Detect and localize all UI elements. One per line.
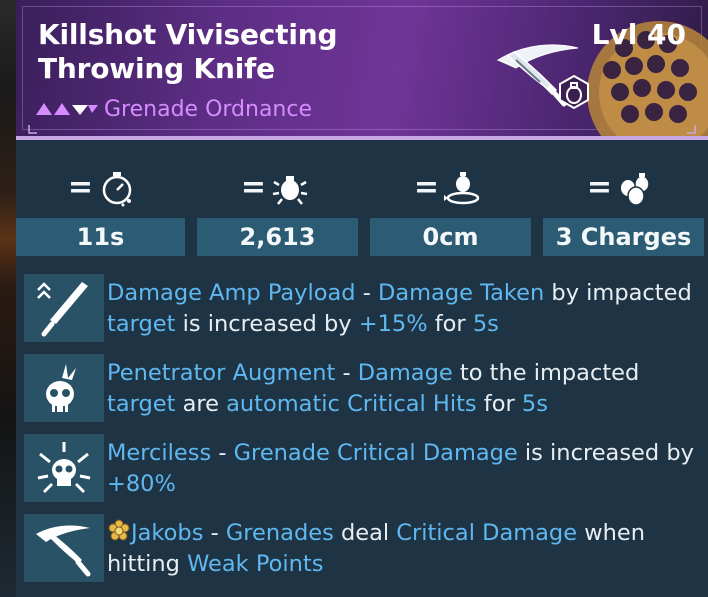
stat-radius: = 0cm: [362, 148, 535, 258]
perk-keyword: Grenades: [225, 520, 334, 546]
item-card: Killshot Vivisecting Throwing Knife Lvl …: [16, 0, 708, 597]
perk-icon-box: [24, 274, 104, 342]
damage-explosion-icon: [272, 176, 308, 205]
skull-spike-icon: [46, 364, 76, 412]
equal-sign: =: [240, 170, 267, 205]
stats-row: = 11s = 2,613 = 0cm = 3 Charges: [16, 148, 708, 258]
perk-keyword: Penetrator Augment: [107, 360, 336, 386]
perk-icon-box: [24, 354, 104, 422]
stat-radius-value: 0cm: [370, 218, 531, 256]
equal-sign: =: [413, 170, 440, 205]
perk-text-segment: -: [203, 520, 226, 546]
perk-description: Damage Amp Payload - Damage Taken by imp…: [107, 278, 703, 340]
jakobs-flower-icon: [108, 519, 130, 541]
corner-mark-left: [28, 125, 37, 134]
perk-keyword: Damage: [357, 360, 453, 386]
perk-keyword: Weak Points: [187, 551, 324, 577]
rarity-chevrons-icon: [36, 103, 98, 115]
perk-jakobs: Jakobs - Grenades deal Critical Damage w…: [16, 512, 708, 586]
perk-keyword: 5s: [472, 311, 499, 337]
perk-text-segment: are: [175, 391, 227, 417]
stat-damage-value: 2,613: [197, 218, 358, 256]
perk-keyword: +15%: [358, 311, 428, 337]
perk-icon-box: [24, 514, 104, 582]
equal-sign: =: [67, 170, 94, 205]
skull-burst-icon: [37, 442, 91, 494]
perk-keyword: Damage Taken: [378, 280, 545, 306]
perk-keyword: Critical Damage: [396, 520, 578, 546]
item-header: Killshot Vivisecting Throwing Knife Lvl …: [16, 0, 708, 140]
perk-keyword: Grenade Critical Damage: [233, 440, 518, 466]
perk-text-segment: -: [335, 360, 358, 386]
item-type-row: Grenade Ordnance: [36, 96, 312, 122]
perk-keyword: Damage Amp Payload: [107, 280, 356, 306]
perk-keyword: Jakobs: [131, 520, 204, 546]
perk-text-segment: for: [476, 391, 522, 417]
perk-text-segment: deal: [333, 520, 397, 546]
perk-merciless: Merciless - Grenade Critical Damage is i…: [16, 432, 708, 506]
perk-keyword: +80%: [107, 471, 176, 497]
stat-damage: = 2,613: [189, 148, 362, 258]
perk-text-segment: to the impacted: [452, 360, 640, 386]
perk-text-segment: is increased by: [175, 311, 359, 337]
perk-text-segment: by impacted: [544, 280, 692, 306]
item-name: Killshot Vivisecting Throwing Knife: [38, 18, 338, 85]
perk-keyword: target: [107, 311, 176, 337]
corner-mark-right: [687, 125, 696, 134]
perk-description: Jakobs - Grenades deal Critical Damage w…: [107, 518, 703, 580]
manufacturer-knife-icon: [36, 525, 91, 577]
stat-charges: = 3 Charges: [535, 148, 708, 258]
perk-damage-amp: Damage Amp Payload - Damage Taken by imp…: [16, 272, 708, 346]
item-level: Lvl 40: [591, 18, 686, 51]
cooldown-timer-icon: [102, 172, 132, 207]
grenade-type-icon: [559, 74, 589, 110]
stat-cooldown-value: 11s: [16, 218, 185, 256]
background-edge: [0, 0, 16, 597]
perk-text-segment: -: [211, 440, 234, 466]
perk-text-segment: -: [355, 280, 379, 306]
perk-keyword: automatic Critical Hits: [226, 391, 477, 417]
perk-description: Merciless - Grenade Critical Damage is i…: [107, 438, 703, 500]
perk-description: Penetrator Augment - Damage to the impac…: [107, 358, 703, 420]
perk-icon-box: [24, 434, 104, 502]
item-type: Grenade Ordnance: [104, 96, 313, 122]
perk-text-segment: is increased by: [517, 440, 694, 466]
perk-penetrator: Penetrator Augment - Damage to the impac…: [16, 352, 708, 426]
perk-keyword: Merciless: [107, 440, 212, 466]
charges-icon: [621, 173, 650, 206]
perk-text-segment: for: [427, 311, 473, 337]
equal-sign: =: [586, 170, 613, 205]
stat-cooldown: = 11s: [16, 148, 189, 258]
perk-keyword: 5s: [521, 391, 548, 417]
radius-icon: [444, 172, 480, 205]
knife-chevron-icon: [37, 282, 88, 337]
perk-keyword: target: [107, 391, 176, 417]
stat-charges-value: 3 Charges: [543, 218, 704, 256]
